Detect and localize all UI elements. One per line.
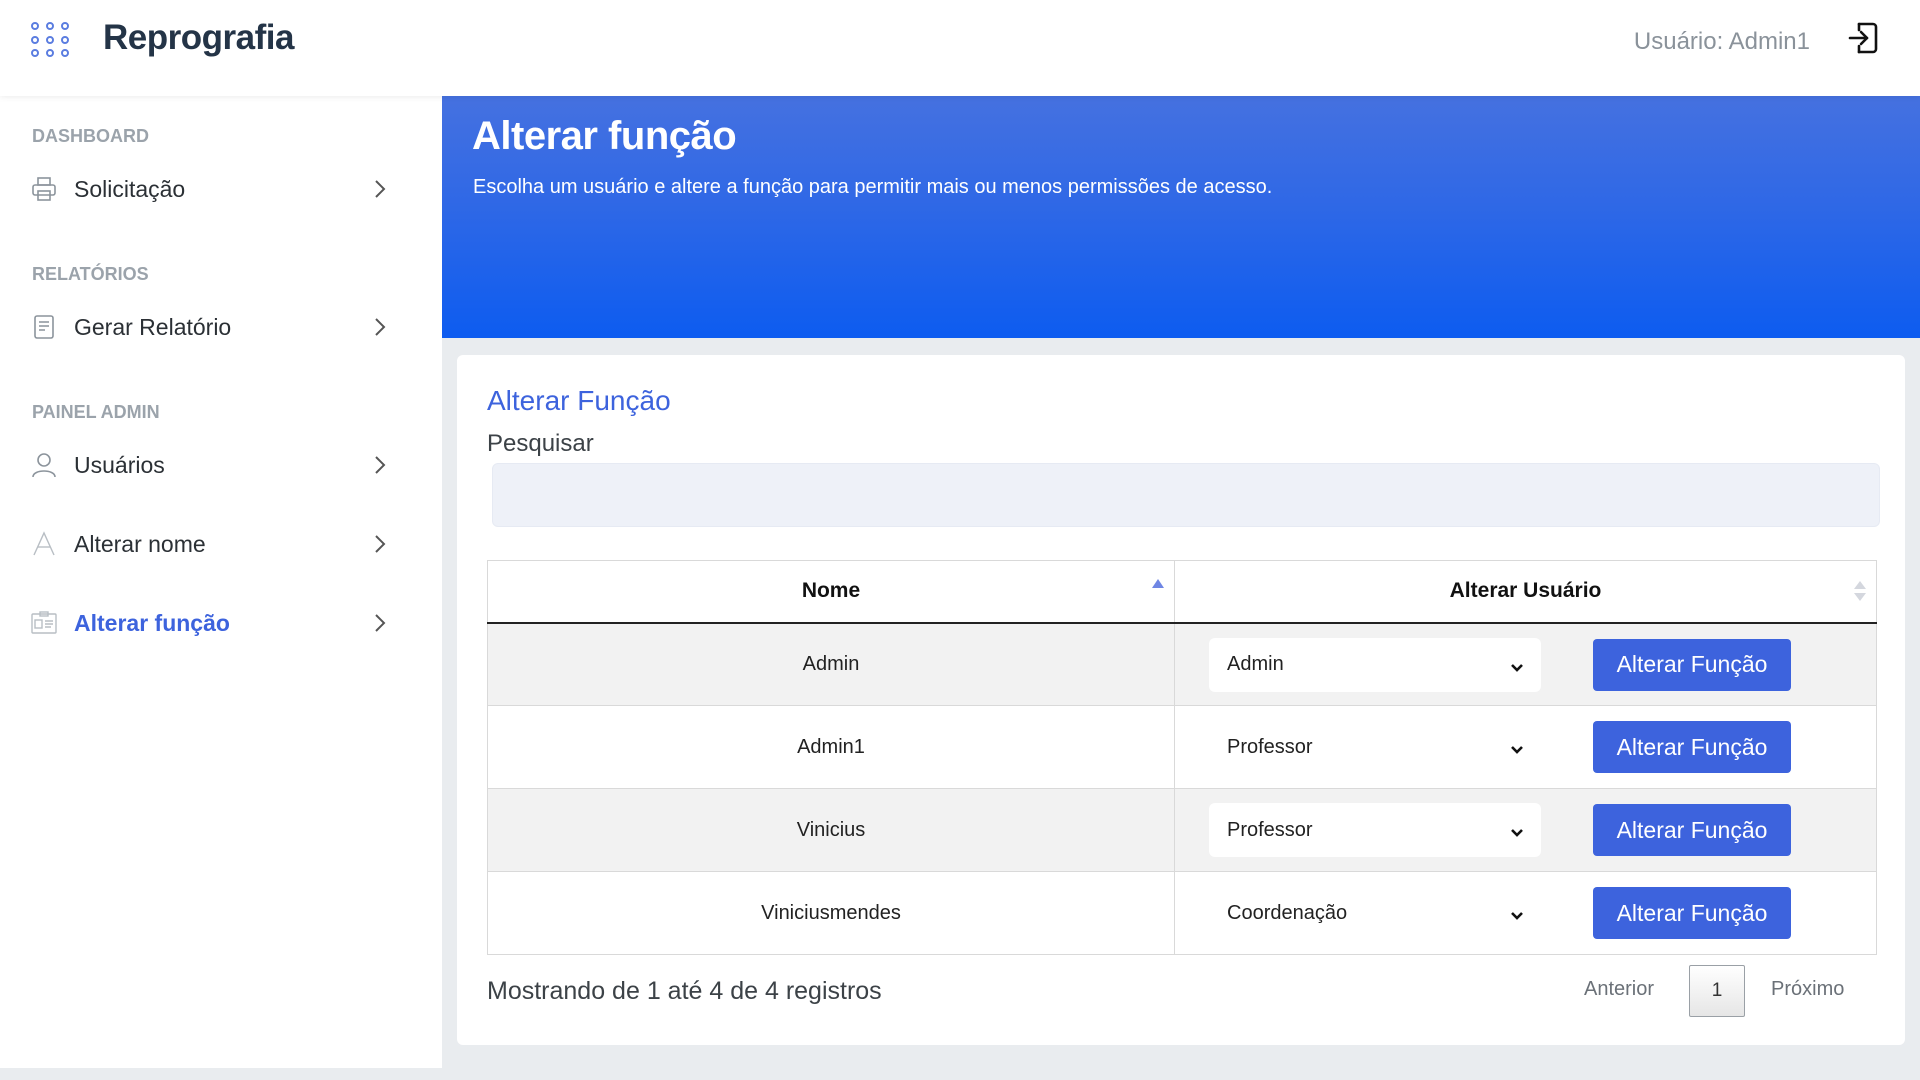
sidebar-item-label: Solicitação <box>74 175 186 202</box>
pagination-page-1[interactable]: 1 <box>1689 965 1745 1017</box>
sidebar: DASHBOARD Solicitação RELATÓRIOS Gerar R… <box>0 96 442 1068</box>
content-card: Alterar Função Pesquisar Nome Alterar Us… <box>457 355 1905 1045</box>
role-select[interactable]: Professor <box>1209 720 1541 774</box>
role-action-cell: Admin Alterar Função <box>1174 622 1877 706</box>
chevron-down-icon <box>1509 740 1525 754</box>
sidebar-item-label: Alterar nome <box>74 530 206 557</box>
column-header-nome[interactable]: Nome <box>487 560 1175 624</box>
users-table: Nome Alterar Usuário Admin Admin Alterar… <box>487 560 1877 955</box>
logout-icon[interactable] <box>1846 20 1880 56</box>
role-select-value: Professor <box>1227 818 1313 841</box>
role-action-cell: Coordenação Alterar Função <box>1174 871 1877 955</box>
sidebar-item-label: Usuários <box>74 451 165 478</box>
user-name-cell: Admin1 <box>487 705 1175 789</box>
sidebar-item-usuarios[interactable]: Usuários <box>30 442 390 488</box>
sidebar-item-solicitacao[interactable]: Solicitação <box>30 166 390 212</box>
chevron-down-icon <box>1509 823 1525 837</box>
table-header-row: Nome Alterar Usuário <box>487 560 1877 624</box>
chevron-down-icon <box>1509 658 1525 672</box>
sort-ascending-icon[interactable] <box>1152 579 1164 588</box>
role-select[interactable]: Professor <box>1209 803 1541 857</box>
apps-grid-icon[interactable] <box>31 22 69 58</box>
user-name-cell: Admin <box>487 622 1175 706</box>
sidebar-item-alterar-funcao[interactable]: Alterar função <box>30 600 390 646</box>
column-header-label: Alterar Usuário <box>1449 579 1602 603</box>
role-action-cell: Professor Alterar Função <box>1174 788 1877 872</box>
role-select[interactable]: Admin <box>1209 637 1541 692</box>
change-role-button[interactable]: Alterar Função <box>1593 721 1791 773</box>
page-header-banner: Alterar função Escolha um usuário e alte… <box>442 96 1920 338</box>
sidebar-item-alterar-nome[interactable]: Alterar nome <box>30 521 390 567</box>
sidebar-item-gerar-relatorio[interactable]: Gerar Relatório <box>30 304 390 350</box>
chevron-right-icon <box>368 175 392 203</box>
table-info: Mostrando de 1 até 4 de 4 registros <box>487 977 882 1005</box>
printer-icon <box>30 175 58 203</box>
top-navbar: Reprografia Usuário: Admin1 <box>0 0 1920 96</box>
table-row: Viniciusmendes Coordenação Alterar Funçã… <box>487 871 1877 955</box>
table-row: Admin Admin Alterar Função <box>487 622 1877 706</box>
sidebar-item-label: Alterar função <box>74 609 230 636</box>
chevron-right-icon <box>368 451 392 479</box>
change-role-button[interactable]: Alterar Função <box>1593 887 1791 939</box>
user-icon <box>30 451 58 479</box>
column-header-label: Nome <box>801 579 861 603</box>
sidebar-item-label: Gerar Relatório <box>74 313 232 340</box>
role-select-value: Admin <box>1227 653 1284 675</box>
chevron-right-icon <box>368 609 392 637</box>
pagination-previous[interactable]: Anterior <box>1584 978 1654 1001</box>
chevron-right-icon <box>368 530 392 558</box>
table-row: Vinicius Professor Alterar Função <box>487 788 1877 872</box>
change-role-button[interactable]: Alterar Função <box>1593 804 1791 856</box>
user-name-cell: Vinicius <box>487 788 1175 872</box>
brand-title: Reprografia <box>103 18 294 57</box>
role-action-cell: Professor Alterar Função <box>1174 705 1877 789</box>
column-header-alterar-usuario[interactable]: Alterar Usuário <box>1174 560 1877 624</box>
role-select[interactable]: Coordenação <box>1209 886 1541 940</box>
card-title: Alterar Função <box>487 385 671 416</box>
search-label: Pesquisar <box>487 430 594 457</box>
table-row: Admin1 Professor Alterar Função <box>487 705 1877 789</box>
id-card-icon <box>30 609 58 637</box>
change-role-button[interactable]: Alterar Função <box>1593 638 1791 691</box>
page-title: Alterar função <box>472 114 737 158</box>
role-select-value: Coordenação <box>1227 901 1348 924</box>
pagination-next[interactable]: Próximo <box>1771 978 1844 1001</box>
chevron-right-icon <box>368 313 392 341</box>
page-subtitle: Escolha um usuário e altere a função par… <box>473 176 1273 198</box>
chevron-down-icon <box>1509 906 1525 920</box>
report-icon <box>30 313 58 341</box>
sidebar-heading-dashboard: DASHBOARD <box>32 126 149 146</box>
user-name-cell: Viniciusmendes <box>487 871 1175 955</box>
sort-icon[interactable] <box>1854 581 1866 603</box>
sidebar-heading-relatorios: RELATÓRIOS <box>32 264 149 284</box>
font-icon <box>30 530 58 558</box>
sidebar-heading-painel-admin: PAINEL ADMIN <box>32 402 160 422</box>
search-input[interactable] <box>492 463 1880 527</box>
role-select-value: Professor <box>1227 735 1313 758</box>
current-user-label: Usuário: Admin1 <box>1633 28 1810 55</box>
